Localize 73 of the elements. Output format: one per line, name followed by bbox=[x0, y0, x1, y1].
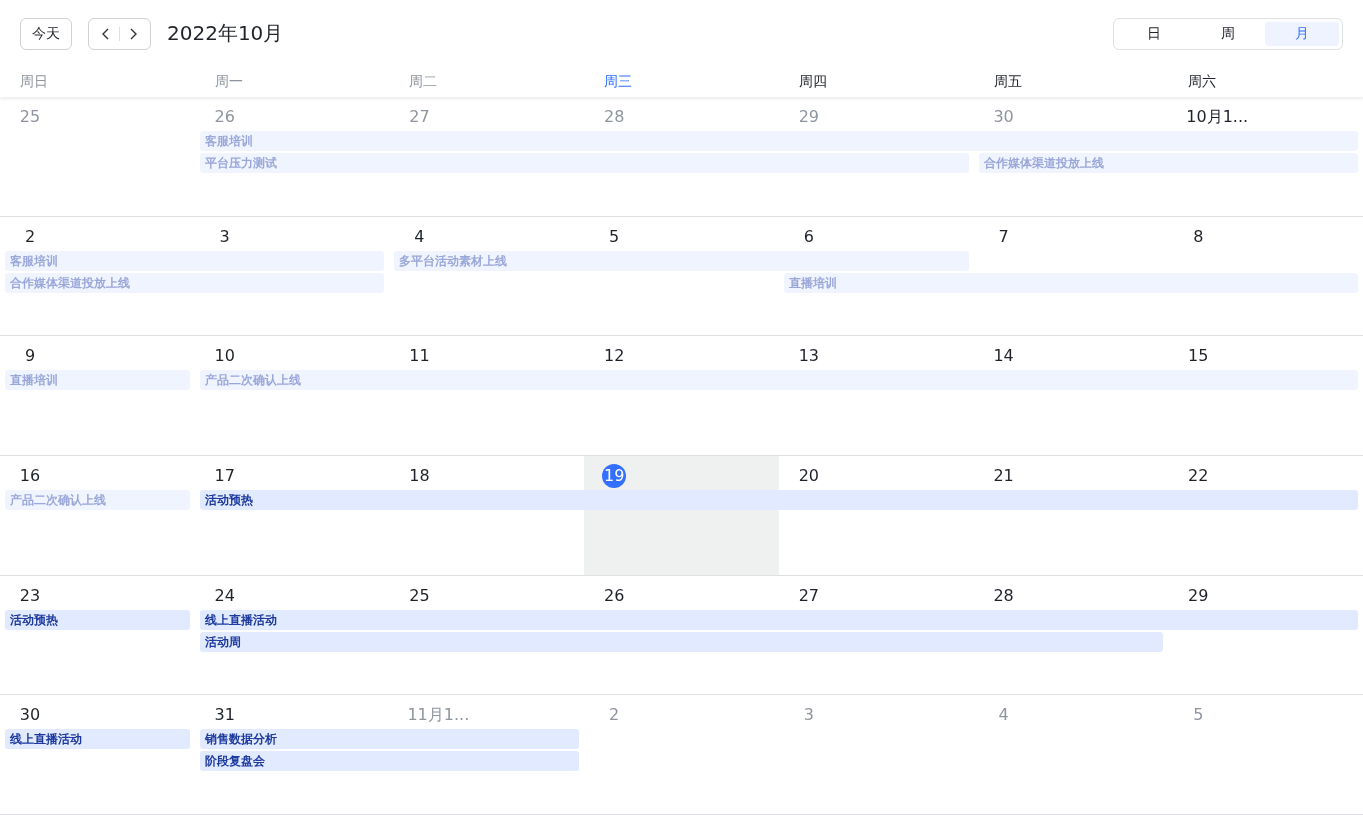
day-number: 2 bbox=[23, 225, 37, 248]
day-number: 6 bbox=[802, 225, 815, 248]
day-number: 16 bbox=[18, 465, 42, 487]
day-number: 30 bbox=[18, 704, 42, 727]
weekday-label: 周一 bbox=[214, 73, 243, 91]
day-number: 8 bbox=[1192, 225, 1205, 248]
day-number: 26 bbox=[602, 584, 626, 607]
event-bar[interactable]: 客服培训 bbox=[199, 131, 1358, 151]
event-bar[interactable]: 阶段复盘会 bbox=[199, 751, 580, 772]
weekday-label: 周三 bbox=[604, 73, 633, 91]
weekday-label: 周日 bbox=[20, 73, 48, 91]
day-number: 28 bbox=[602, 106, 626, 128]
event-bar[interactable]: 直播培训 bbox=[783, 272, 1358, 293]
event-bar[interactable]: 产品二次确认上线 bbox=[5, 490, 190, 510]
event-bar[interactable]: 客服培训 bbox=[5, 250, 385, 271]
day-number: 10 bbox=[213, 345, 236, 368]
chevron-right-icon bbox=[128, 27, 138, 40]
event-bar[interactable]: 销售数据分析 bbox=[199, 729, 580, 750]
month-title: 2022年10月 bbox=[167, 20, 284, 47]
event-bar[interactable]: 线上直播活动 bbox=[199, 609, 1358, 630]
weekday-label: 周六 bbox=[1188, 73, 1217, 91]
day-number: 13 bbox=[797, 345, 820, 368]
day-number: 26 bbox=[213, 106, 236, 128]
day-number: 24 bbox=[213, 584, 236, 607]
day-number: 4 bbox=[997, 704, 1010, 727]
day-number: 3 bbox=[802, 704, 815, 727]
weekday-label: 周四 bbox=[798, 73, 827, 91]
day-number: 10月1... bbox=[1186, 106, 1249, 128]
day-number: 21 bbox=[992, 465, 1015, 487]
event-bar[interactable]: 活动周 bbox=[199, 631, 1164, 652]
event-bar[interactable]: 线上直播活动 bbox=[5, 729, 190, 750]
day-number: 25 bbox=[408, 584, 431, 607]
day-number: 27 bbox=[797, 584, 820, 607]
day-number: 5 bbox=[608, 225, 621, 248]
day-number: 31 bbox=[213, 704, 236, 727]
view-tab[interactable]: 周 bbox=[1191, 21, 1265, 46]
day-number: 29 bbox=[797, 106, 820, 128]
day-number: 23 bbox=[18, 584, 42, 607]
view-tab[interactable]: 日 bbox=[1117, 21, 1191, 46]
day-number: 27 bbox=[408, 106, 431, 128]
weekday-label: 周二 bbox=[409, 73, 438, 91]
day-number: 9 bbox=[23, 345, 37, 368]
day-number: 5 bbox=[1192, 704, 1205, 727]
day-number: 29 bbox=[1187, 584, 1210, 607]
day-number: 12 bbox=[602, 345, 626, 368]
event-bar[interactable]: 合作媒体渠道投放上线 bbox=[978, 153, 1358, 173]
day-number: 7 bbox=[997, 225, 1010, 248]
day-number: 15 bbox=[1187, 345, 1210, 368]
event-bar[interactable]: 平台压力测试 bbox=[199, 153, 969, 173]
day-number: 25 bbox=[18, 106, 42, 128]
day-number: 3 bbox=[218, 225, 231, 248]
day-number: 30 bbox=[992, 106, 1015, 128]
day-number: 22 bbox=[1187, 465, 1210, 487]
day-number: 19 bbox=[602, 464, 627, 488]
view-tab[interactable]: 月 bbox=[1265, 21, 1339, 46]
day-number: 14 bbox=[992, 345, 1015, 368]
day-number: 4 bbox=[413, 225, 426, 248]
today-button[interactable]: 今天 bbox=[20, 17, 72, 50]
day-number: 11 bbox=[408, 345, 431, 368]
event-bar[interactable]: 产品二次确认上线 bbox=[199, 370, 1358, 391]
day-number: 18 bbox=[408, 465, 431, 487]
event-bar[interactable]: 活动预热 bbox=[5, 609, 190, 630]
day-number: 20 bbox=[797, 465, 820, 487]
event-bar[interactable]: 多平台活动素材上线 bbox=[394, 250, 969, 271]
weekday-label: 周五 bbox=[993, 73, 1022, 91]
chevron-left-icon bbox=[101, 27, 111, 40]
event-bar[interactable]: 直播培训 bbox=[5, 370, 190, 391]
day-number: 11月1... bbox=[407, 704, 470, 727]
event-bar[interactable]: 合作媒体渠道投放上线 bbox=[5, 272, 385, 293]
day-number: 2 bbox=[608, 704, 621, 727]
day-number: 28 bbox=[992, 584, 1015, 607]
day-number: 17 bbox=[213, 465, 236, 487]
event-bar[interactable]: 活动预热 bbox=[199, 490, 1358, 510]
